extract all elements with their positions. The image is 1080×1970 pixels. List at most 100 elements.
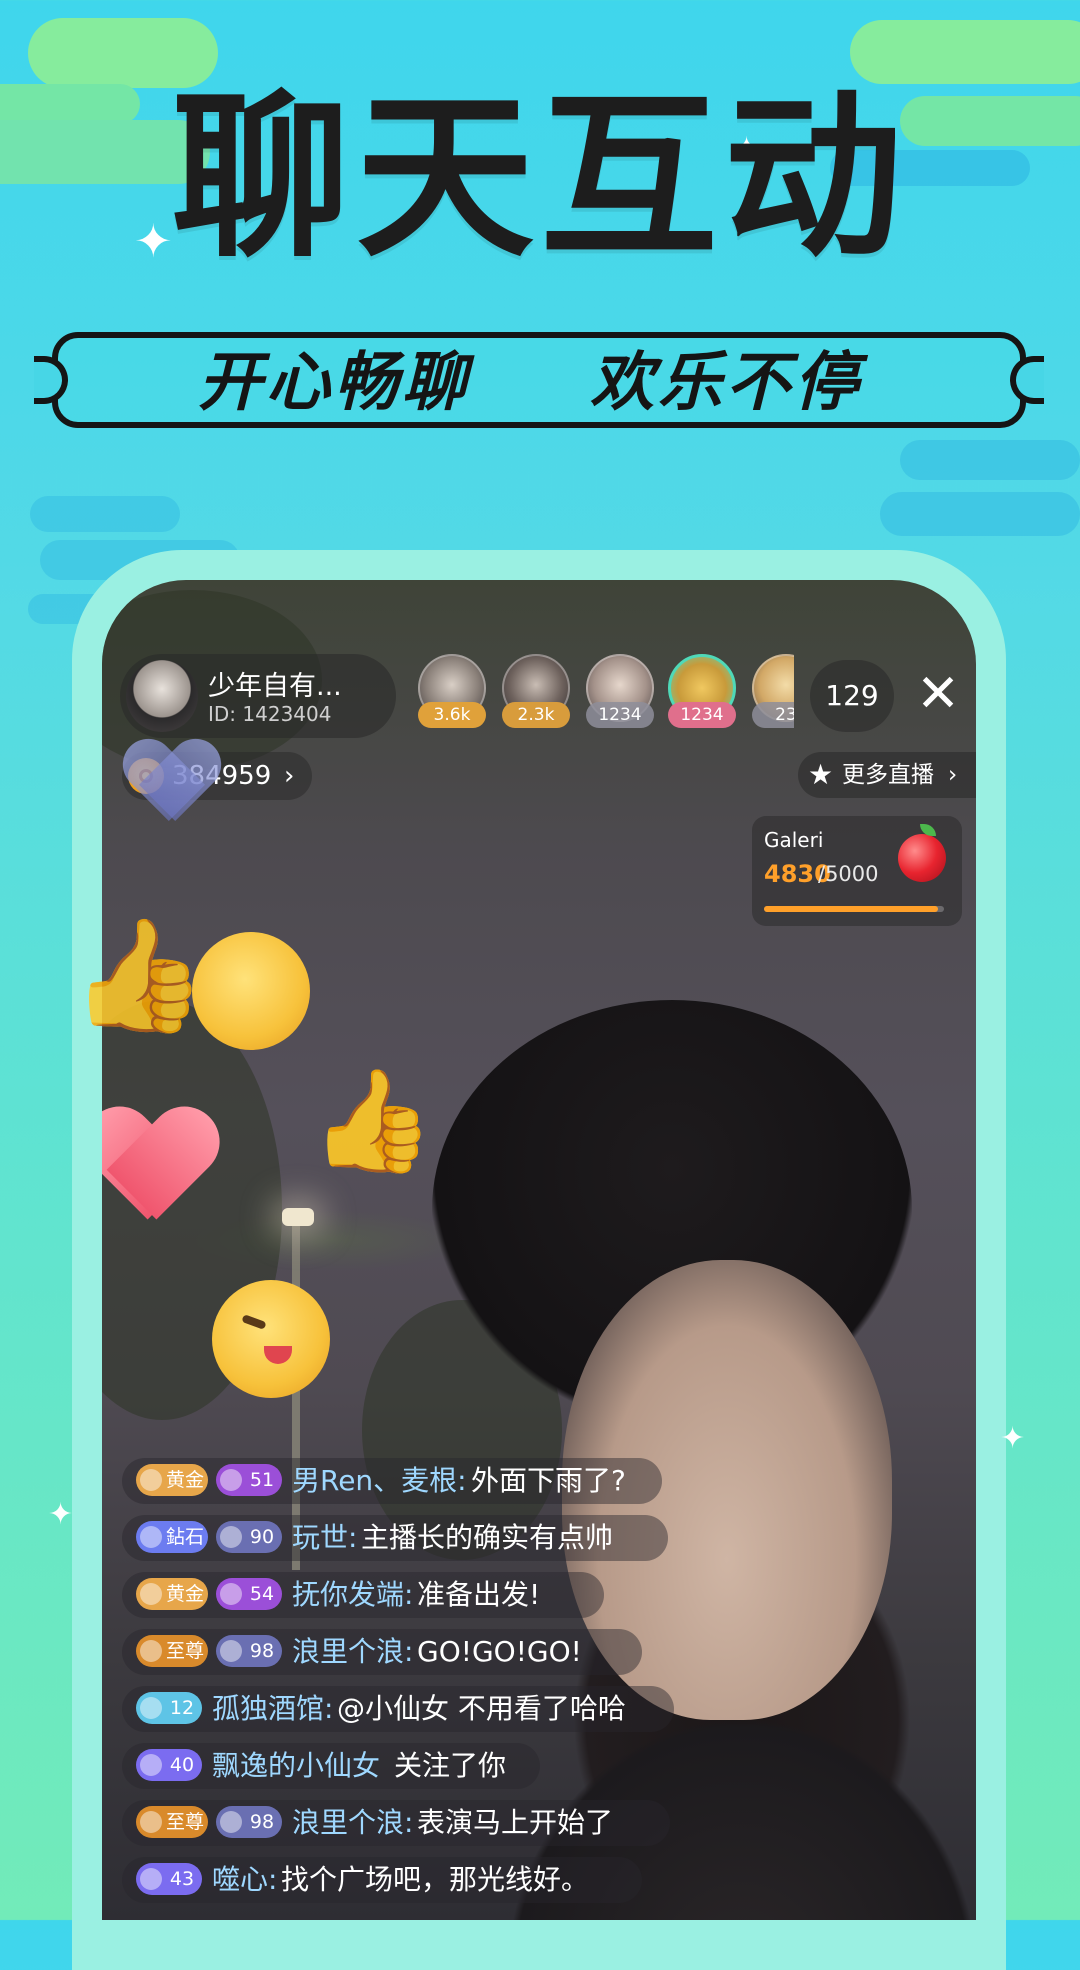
- level-badge: 12: [136, 1692, 202, 1724]
- level-badge: 鉆石: [136, 1521, 208, 1553]
- hero-title: 聊天互动: [172, 74, 908, 281]
- gift-goal-card[interactable]: Galeri 4830 /5000: [752, 816, 962, 926]
- chat-username[interactable]: 玩世:: [292, 1519, 357, 1557]
- host-info[interactable]: 少年自有... ID: 1423404: [120, 654, 396, 738]
- badge-label: 54: [249, 1583, 275, 1605]
- badge-label: 98: [249, 1811, 275, 1833]
- star-icon: ★: [808, 758, 834, 791]
- chat-message[interactable]: 鉆石 90 玩世: 主播长的确实有点帅: [122, 1515, 668, 1561]
- chat-text: 准备出发!: [417, 1578, 541, 1611]
- chat-username[interactable]: 飘逸的小仙女: [212, 1747, 380, 1785]
- viewer-avatar[interactable]: 2.3k: [498, 654, 574, 738]
- laughing-emoji-icon: [192, 932, 310, 1050]
- badge-label: 黄金: [165, 1469, 204, 1491]
- badge-label: 12: [169, 1697, 195, 1719]
- chat-username[interactable]: 孤独酒馆:: [212, 1690, 333, 1728]
- chat-text: 找个广场吧，那光线好。: [281, 1863, 590, 1896]
- viewer-avatar[interactable]: 1234: [664, 654, 740, 738]
- level-badge: 黄金: [136, 1464, 208, 1496]
- sparkle-icon: ✦: [48, 1497, 74, 1532]
- cloud-decoration: [880, 492, 1080, 536]
- gift-goal-total: /5000: [818, 862, 879, 886]
- level-badge: 54: [216, 1578, 282, 1610]
- apple-icon: [898, 824, 946, 882]
- chat-username[interactable]: 抚你发端:: [292, 1576, 413, 1614]
- level-badge: 43: [136, 1863, 202, 1895]
- viewer-avatar[interactable]: 1234: [582, 654, 658, 738]
- level-badge: 40: [136, 1749, 202, 1781]
- street-lamp-light: [282, 1208, 314, 1226]
- chat-message[interactable]: 43 噬心: 找个广场吧，那光线好。: [122, 1857, 642, 1903]
- viewer-contribution: 1234: [668, 702, 736, 728]
- heart-icon: [124, 741, 220, 829]
- chat-message[interactable]: 12 孤独酒馆: @小仙女 不用看了哈哈: [122, 1686, 674, 1732]
- chat-text: 关注了你: [394, 1749, 507, 1782]
- sparkle-icon: ✦: [1000, 1421, 1026, 1456]
- badge-gem-icon: [220, 1526, 242, 1548]
- heart-icon: [102, 1110, 218, 1231]
- chevron-right-icon: ›: [284, 761, 295, 791]
- banner-text-left: 开心畅聊: [198, 346, 470, 420]
- more-live-label: 更多直播: [842, 762, 934, 788]
- host-avatar[interactable]: [126, 660, 198, 732]
- chat-username[interactable]: 男Ren、麦根:: [292, 1462, 467, 1500]
- slogan-banner: 开心畅聊 欢乐不停: [34, 332, 1044, 428]
- level-badge: 黄金: [136, 1578, 208, 1610]
- chat-message[interactable]: 至尊 98 浪里个浪: GO!GO!GO!: [122, 1629, 642, 1675]
- level-badge: 至尊: [136, 1806, 208, 1838]
- level-badge: 51: [216, 1464, 282, 1496]
- badge-label: 黄金: [165, 1583, 204, 1605]
- badge-gem-icon: [140, 1811, 162, 1833]
- chat-username[interactable]: 噬心:: [212, 1861, 277, 1899]
- chat-message[interactable]: 至尊 98 浪里个浪: 表演马上开始了: [122, 1800, 670, 1846]
- level-badge: 至尊: [136, 1635, 208, 1667]
- chevron-right-icon: ›: [948, 762, 958, 788]
- badge-label: 90: [249, 1526, 275, 1548]
- thumbs-up-icon: 👍: [310, 1062, 435, 1179]
- badge-label: 51: [249, 1469, 275, 1491]
- viewer-count[interactable]: 129: [810, 660, 894, 732]
- viewer-contribution: 2.3k: [502, 702, 570, 728]
- chat-username[interactable]: 浪里个浪:: [292, 1804, 413, 1842]
- badge-gem-icon: [140, 1697, 162, 1719]
- close-button[interactable]: ✕: [906, 662, 970, 726]
- badge-gem-icon: [220, 1583, 242, 1605]
- viewer-contribution: 1234: [586, 702, 654, 728]
- close-icon: ✕: [916, 664, 960, 724]
- gift-goal-progress-fill: [764, 906, 938, 912]
- chat-text: 外面下雨了?: [471, 1464, 626, 1497]
- badge-gem-icon: [140, 1469, 162, 1491]
- host-name: 少年自有...: [208, 671, 342, 702]
- badge-gem-icon: [220, 1469, 242, 1491]
- chat-text: 主播长的确实有点帅: [361, 1521, 614, 1554]
- badge-gem-icon: [140, 1868, 162, 1890]
- badge-label: 鉆石: [165, 1526, 204, 1548]
- gift-goal-name: Galeri: [764, 828, 824, 852]
- badge-gem-icon: [140, 1583, 162, 1605]
- badge-label: 40: [169, 1754, 195, 1776]
- chat-text: GO!GO!GO!: [417, 1635, 582, 1668]
- badge-label: 98: [249, 1640, 275, 1662]
- badge-gem-icon: [140, 1754, 162, 1776]
- host-id: ID: 1423404: [208, 702, 332, 726]
- chat-message[interactable]: 黄金 54 抚你发端: 准备出发!: [122, 1572, 604, 1618]
- badge-gem-icon: [220, 1640, 242, 1662]
- viewer-avatar[interactable]: 3.6k: [414, 654, 490, 738]
- viewer-avatar[interactable]: 23: [748, 654, 794, 738]
- badge-gem-icon: [220, 1811, 242, 1833]
- badge-label: 43: [169, 1868, 195, 1890]
- thumbs-up-icon: 👍: [70, 911, 207, 1039]
- banner-notch: [1010, 356, 1044, 404]
- viewer-contribution: 3.6k: [418, 702, 486, 728]
- badge-gem-icon: [140, 1640, 162, 1662]
- wink-emoji-icon: [212, 1280, 330, 1398]
- chat-message[interactable]: 黄金 51 男Ren、麦根: 外面下雨了?: [122, 1458, 662, 1504]
- viewer-contribution: 23: [752, 702, 794, 728]
- more-live-button[interactable]: ★ 更多直播 ›: [798, 752, 976, 798]
- cloud-decoration: [900, 440, 1080, 480]
- chat-message[interactable]: 40 飘逸的小仙女 关注了你: [122, 1743, 540, 1789]
- banner-text-right: 欢乐不停: [590, 346, 862, 420]
- level-badge: 90: [216, 1521, 282, 1553]
- banner-notch: [34, 356, 68, 404]
- chat-username[interactable]: 浪里个浪:: [292, 1633, 413, 1671]
